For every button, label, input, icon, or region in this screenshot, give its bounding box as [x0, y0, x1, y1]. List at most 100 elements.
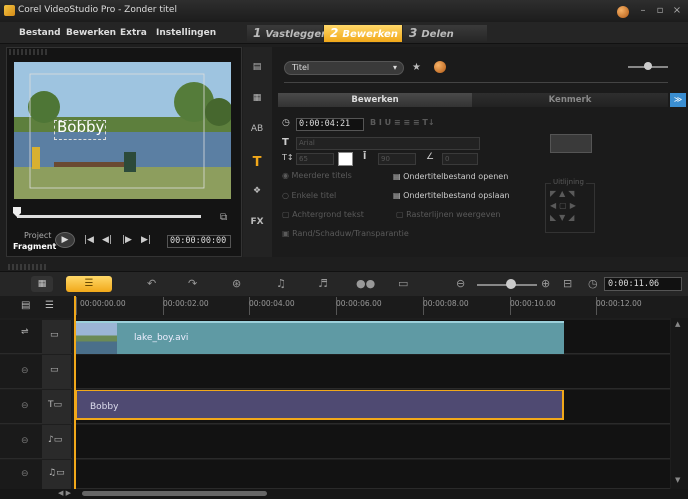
preview-image	[14, 62, 231, 199]
panel-grip[interactable]	[8, 264, 48, 270]
undo-icon[interactable]: ↶	[147, 277, 156, 290]
border-shadow-button[interactable]: ▣ Rand/Schaduw/Transparantie	[282, 229, 409, 238]
track-lock-icon[interactable]: ⊖	[21, 469, 29, 479]
video-track-icon: ▭	[50, 330, 59, 340]
media-icon[interactable]: ▤	[248, 62, 266, 76]
angle-field[interactable]: 0	[442, 153, 478, 165]
subtitle-editor-icon[interactable]: ▭	[398, 277, 408, 290]
ripple-editing-icon[interactable]: ⇌	[21, 327, 29, 337]
zoom-in-icon[interactable]: ⊕	[541, 277, 550, 290]
fragment-label[interactable]: Fragment	[13, 242, 56, 251]
single-title-radio[interactable]: ○ Enkele titel	[282, 191, 336, 200]
app-logo-icon	[4, 5, 15, 16]
play-button[interactable]: ▶	[55, 232, 75, 248]
menu-extra[interactable]: Extra	[120, 28, 147, 38]
enlarge-icon[interactable]: ⧉	[220, 212, 227, 223]
title-track-icon: T▭	[48, 400, 63, 410]
playhead[interactable]	[74, 296, 76, 492]
ruler-label: 00:00:10.00	[510, 299, 556, 308]
font-color-swatch[interactable]	[338, 152, 353, 166]
timeline-view-button[interactable]: ☰	[66, 276, 112, 292]
globe-icon[interactable]	[434, 61, 446, 73]
thumbnail-size-handle[interactable]	[644, 62, 652, 70]
step-label: Bewerken	[342, 29, 398, 40]
line-spacing-select[interactable]: 90	[378, 153, 416, 165]
end-icon[interactable]: ▶|	[141, 235, 151, 245]
title-category-value: Titel	[292, 63, 310, 72]
transition-icon[interactable]: AB	[248, 124, 266, 138]
multiple-titles-radio[interactable]: ◉ Meerdere titels	[282, 171, 352, 180]
menu-bewerken[interactable]: Bewerken	[66, 28, 116, 38]
record-capture-icon[interactable]: ⊛	[232, 277, 241, 290]
scroll-down-icon[interactable]: ▼	[675, 476, 680, 484]
voice-track[interactable]	[74, 425, 670, 459]
minimize-button[interactable]: –	[636, 4, 650, 18]
text-background-label: Achtergrond tekst	[292, 210, 364, 219]
ruler-label: 00:00:02.00	[163, 299, 209, 308]
scroll-up-icon[interactable]: ▲	[675, 320, 680, 328]
duration-field[interactable]: 0:00:04:21	[296, 118, 364, 131]
scroll-left-icon[interactable]: ◀ ▶	[58, 489, 71, 497]
music-track[interactable]	[74, 460, 670, 489]
tab-kenmerk[interactable]: Kenmerk	[472, 93, 668, 107]
add-favorite-icon[interactable]: ★	[412, 62, 421, 73]
motion-tracking-icon[interactable]: ●●	[356, 277, 375, 290]
overlay-track[interactable]	[74, 355, 670, 389]
collapse-options-icon[interactable]: ≫	[670, 93, 686, 107]
title-icon[interactable]: T	[248, 155, 266, 170]
home-icon[interactable]: |◀	[84, 235, 94, 245]
preset-color-select[interactable]	[550, 134, 592, 153]
project-label[interactable]: Project	[24, 231, 51, 240]
close-button[interactable]: ×	[670, 4, 684, 18]
sound-mixer-icon[interactable]: ♫	[276, 277, 286, 290]
menu-instellingen[interactable]: Instellingen	[156, 28, 216, 38]
zoom-out-icon[interactable]: ⊖	[456, 277, 465, 290]
panel-grip[interactable]	[9, 49, 49, 55]
angle-icon: ∠	[426, 152, 435, 162]
chapter-list-icon[interactable]: ☰	[45, 300, 54, 311]
fx-filter-icon[interactable]: FX	[248, 217, 266, 231]
safe-area-checkbox[interactable]: ▢ Rasterlijnen weergeven	[396, 210, 500, 219]
track-manager-icon[interactable]: ▤	[21, 300, 30, 311]
options-panel	[272, 47, 688, 257]
title-category-select[interactable]: Titel ▾	[284, 61, 404, 75]
graphic-icon[interactable]: ❖	[248, 186, 266, 200]
track-lock-icon[interactable]: ⊖	[21, 401, 29, 411]
tab-delen[interactable]: 3 Delen	[403, 25, 487, 42]
redo-icon[interactable]: ↷	[188, 277, 197, 290]
title-overlay-text[interactable]: Bobby	[57, 118, 104, 136]
font-size-select[interactable]: 65	[296, 153, 334, 165]
single-title-label: Enkele titel	[291, 191, 337, 200]
music-track-icon: ♫▭	[48, 468, 65, 478]
next-frame-icon[interactable]: |▶	[122, 235, 132, 245]
tab-bewerken[interactable]: 2 Bewerken	[324, 25, 402, 42]
menu-bestand[interactable]: Bestand	[19, 28, 61, 38]
font-select[interactable]: Arial	[296, 137, 480, 150]
track-lock-icon[interactable]: ⊖	[21, 436, 29, 446]
save-subtitle-button[interactable]: ▤ Ondertitelbestand opslaan	[393, 191, 510, 200]
instant-project-icon[interactable]: ▦	[248, 93, 266, 107]
open-subtitle-button[interactable]: ▤ Ondertitelbestand openen	[393, 172, 508, 181]
preview-screen[interactable]: Bobby	[14, 62, 231, 199]
text-background-checkbox[interactable]: ▢ Achtergrond tekst	[282, 210, 364, 219]
tab-bewerken-options[interactable]: Bewerken	[278, 93, 472, 107]
text-style-buttons[interactable]: B I U ≡ ≡ ≡ T↓	[370, 118, 435, 127]
alignment-grid-icon[interactable]: ◤▲◥ ◀▢▶ ◣▼◢	[550, 188, 579, 224]
timeline-vertical-scrollbar[interactable]	[671, 318, 688, 492]
horizontal-scroll-thumb[interactable]	[82, 491, 267, 496]
fit-project-icon[interactable]: ⊟	[563, 277, 572, 290]
zoom-slider-handle[interactable]	[506, 279, 516, 289]
preview-timecode[interactable]: 00:00:00:00	[167, 235, 231, 248]
auto-music-icon[interactable]: ♬	[318, 277, 328, 290]
globe-icon[interactable]	[617, 6, 629, 18]
preview-scrubber[interactable]	[17, 215, 201, 218]
multiple-titles-label: Meerdere titels	[291, 171, 352, 180]
maximize-button[interactable]: ▫	[653, 4, 667, 18]
project-duration-timecode[interactable]: 0:00:11.06	[604, 277, 682, 291]
font-size-icon: T↕	[282, 153, 294, 162]
track-lock-icon[interactable]: ⊖	[21, 366, 29, 376]
previous-frame-icon[interactable]: ◀|	[102, 235, 112, 245]
tab-vastleggen[interactable]: 1 Vastleggen	[247, 25, 328, 42]
title-clip[interactable]	[75, 390, 564, 420]
storyboard-view-button[interactable]: ▦	[31, 276, 53, 292]
